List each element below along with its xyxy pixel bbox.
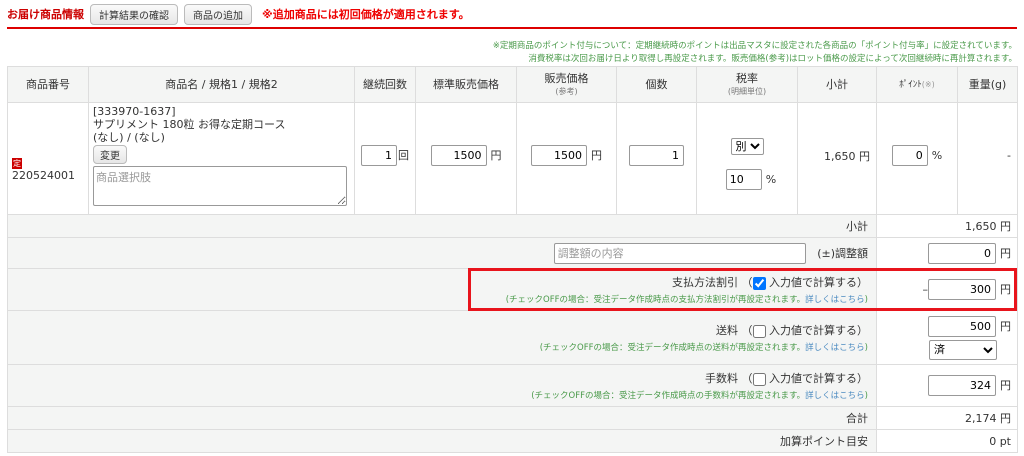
total-row: 合計 2,174 円 (7, 406, 1018, 430)
fee-label: 手数料 (705, 372, 738, 385)
table-row: 定 220524001 [333970-1637] サプリメント 180粒 お得… (7, 102, 1018, 215)
yen-unit: 円 (1000, 379, 1011, 392)
adjust-input[interactable] (928, 242, 996, 264)
col-point: ﾎﾟｲﾝﾄ(※) (876, 66, 958, 103)
add-item-button[interactable]: 商品の追加 (184, 3, 252, 25)
item-spec: (なし) / (なし) (93, 131, 165, 144)
subscription-badge: 定 (12, 157, 22, 169)
points-label: 加算ポイント目安 (7, 429, 877, 453)
header-row: 商品番号 商品名 / 規格1 / 規格2 継続回数 標準販売価格 販売価格 (参考… (7, 66, 1018, 103)
subtotal-row: 小計 1,650 円 (7, 214, 1018, 238)
adjust-description-input[interactable] (553, 242, 806, 264)
col-tax: 税率 (明細単位) (696, 66, 798, 103)
detail-link[interactable]: 詳しくはこちら (805, 391, 865, 401)
subtotal-label: 小計 (7, 214, 877, 238)
payment-discount-input[interactable] (928, 279, 996, 300)
fee-input[interactable] (928, 375, 996, 396)
tax-rate-input[interactable] (725, 168, 762, 190)
col-price: 販売価格 (参考) (516, 66, 617, 103)
option-textarea[interactable] (93, 166, 347, 206)
shipping-status-select[interactable]: 済 (929, 339, 997, 360)
total-label: 合計 (7, 406, 877, 430)
qty-input[interactable] (629, 145, 684, 166)
change-button[interactable]: 変更 (93, 145, 127, 164)
shipping-input[interactable] (928, 315, 996, 337)
item-code: 220524001 (12, 168, 75, 182)
item-subtotal: 1,650 円 (797, 102, 877, 215)
shipping-checkbox[interactable] (752, 324, 766, 338)
col-name: 商品名 / 規格1 / 規格2 (88, 66, 355, 103)
adjust-label: (±)調整額 (817, 246, 868, 260)
fee-row: 手数料 （ 入力値で計算する） (チェックOFFの場合：受注データ作成時点の手数… (7, 364, 1018, 407)
notes: ※定期商品のポイント付与について：定期継続時のポイントは出品マスタに設定された各… (493, 40, 1017, 66)
payment-checkbox[interactable] (752, 276, 766, 290)
col-std-price: 標準販売価格 (415, 66, 517, 103)
col-weight: 重量(g) (957, 66, 1018, 103)
point-input[interactable] (891, 145, 928, 166)
yen-unit: 円 (1000, 283, 1011, 296)
section-title: お届け商品情報 (7, 8, 84, 21)
item-sku: [333970-1637] (93, 105, 176, 118)
col-qty: 個数 (616, 66, 697, 103)
detail-link[interactable]: 詳しくはこちら (805, 295, 865, 305)
count-unit: 回 (398, 149, 409, 162)
count-input[interactable] (361, 145, 397, 166)
percent-unit: % (765, 172, 777, 186)
shipping-label: 送料 (716, 324, 738, 337)
warning-text: ※追加商品には初回価格が適用されます。 (262, 8, 470, 21)
subtotal-value: 1,650 円 (876, 214, 1018, 238)
note-line: 消費税率は次回お届け日より取得し再設定されます。販売価格(参考)はロット価格の設… (528, 54, 1017, 64)
payment-label: 支払方法割引 (672, 276, 738, 289)
yen-unit: 円 (1000, 319, 1011, 333)
points-value: 0 pt (876, 429, 1018, 453)
col-code: 商品番号 (7, 66, 89, 103)
col-count: 継続回数 (354, 66, 416, 103)
item-weight: - (957, 102, 1018, 215)
detail-link[interactable]: 詳しくはこちら (805, 343, 865, 353)
points-row: 加算ポイント目安 0 pt (7, 429, 1018, 453)
item-name: サプリメント 180粒 お得な定期コース (93, 118, 286, 131)
note-line: ※定期商品のポイント付与について：定期継続時のポイントは出品マスタに設定された各… (492, 41, 1017, 51)
yen-unit: 円 (1000, 246, 1011, 260)
percent-unit: % (931, 149, 943, 162)
items-table: 商品番号 商品名 / 規格1 / 規格2 継続回数 標準販売価格 販売価格 (参考… (7, 66, 1018, 453)
fee-checkbox[interactable] (752, 372, 766, 386)
section-header: お届け商品情報 計算結果の確認 商品の追加 ※追加商品には初回価格が適用されます… (7, 3, 470, 25)
col-subtotal: 小計 (797, 66, 877, 103)
yen-unit: 円 (591, 149, 602, 162)
confirm-calc-button[interactable]: 計算結果の確認 (90, 3, 178, 25)
divider (7, 27, 1017, 29)
std-price-input[interactable] (430, 145, 487, 166)
shipping-row: 送料 （ 入力値で計算する） (チェックOFFの場合：受注データ作成時点の送料が… (7, 310, 1018, 365)
tax-type-select[interactable]: 別 (730, 137, 764, 155)
payment-discount-row: 支払方法割引 （ 入力値で計算する） (チェックOFFの場合：受注データ作成時点… (7, 268, 1018, 311)
price-input[interactable] (531, 145, 587, 166)
yen-unit: 円 (490, 149, 502, 162)
total-value: 2,174 円 (876, 406, 1018, 430)
adjust-row: (±)調整額 円 (7, 237, 1018, 269)
